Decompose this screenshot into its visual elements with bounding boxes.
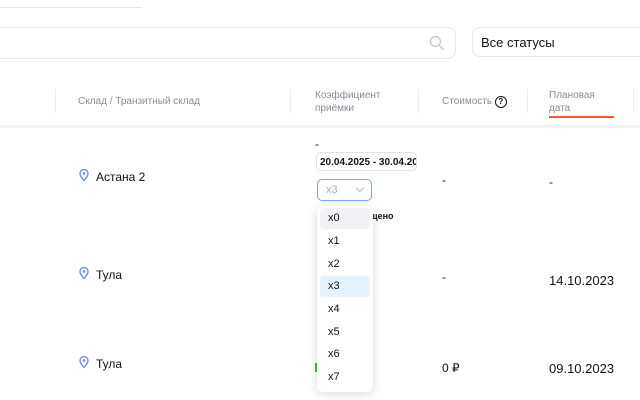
column-divider: [55, 89, 56, 113]
coefficient-select[interactable]: x3: [317, 179, 372, 201]
dropdown-option-selected[interactable]: x3: [320, 276, 370, 297]
location-pin-icon: [79, 267, 89, 279]
coefficient-note: щено: [370, 211, 394, 221]
planned-date: -: [549, 175, 553, 189]
dropdown-option[interactable]: x7: [320, 367, 370, 388]
status-select[interactable]: Все статусы: [472, 27, 640, 57]
cost-value: -: [442, 173, 446, 187]
sort-indicator: [549, 116, 614, 118]
warehouse-name: Астана 2: [96, 170, 146, 184]
column-header-cost: Стоимость ?: [442, 95, 507, 108]
warehouse-name: Тула: [96, 357, 123, 371]
search-icon: [429, 35, 444, 50]
tab-underline: [0, 7, 142, 8]
warehouse-name: Тула: [96, 268, 123, 282]
column-divider: [418, 89, 419, 113]
column-header-planned-date[interactable]: Плановая дата: [549, 89, 599, 115]
cost-value: -: [442, 270, 446, 284]
column-header-warehouse: Склад / Транзитный склад: [78, 96, 201, 107]
dropdown-option[interactable]: x2: [320, 254, 370, 275]
coefficient-dropdown: x0 x1 x2 x3 x4 x5 x6 x7: [317, 206, 373, 392]
dropdown-option[interactable]: x5: [320, 322, 370, 343]
dropdown-option[interactable]: x6: [320, 344, 370, 365]
date-range-input[interactable]: 20.04.2025 - 30.04.2025: [316, 152, 417, 171]
column-divider: [527, 89, 528, 113]
planned-date: 09.10.2023: [549, 361, 615, 376]
column-divider: [290, 89, 291, 113]
coefficient-dash: -: [315, 137, 319, 151]
coefficient-select-value: x3: [326, 184, 338, 196]
planned-date: 14.10.2023: [549, 273, 615, 288]
chevron-down-icon: [355, 183, 365, 193]
column-divider: [633, 89, 634, 113]
column-header-coefficient: Коэффициент приёмки: [315, 90, 381, 114]
help-icon[interactable]: ?: [494, 96, 507, 108]
location-pin-icon: [79, 169, 89, 181]
cost-value: 0 ₽: [442, 361, 460, 375]
location-pin-icon: [79, 356, 89, 368]
search-input[interactable]: [0, 27, 456, 59]
dropdown-option[interactable]: x1: [320, 231, 370, 252]
dropdown-option[interactable]: x4: [320, 299, 370, 320]
status-select-value: Все статусы: [481, 35, 555, 50]
header-divider: [0, 125, 640, 128]
dropdown-option[interactable]: x0: [320, 208, 370, 229]
